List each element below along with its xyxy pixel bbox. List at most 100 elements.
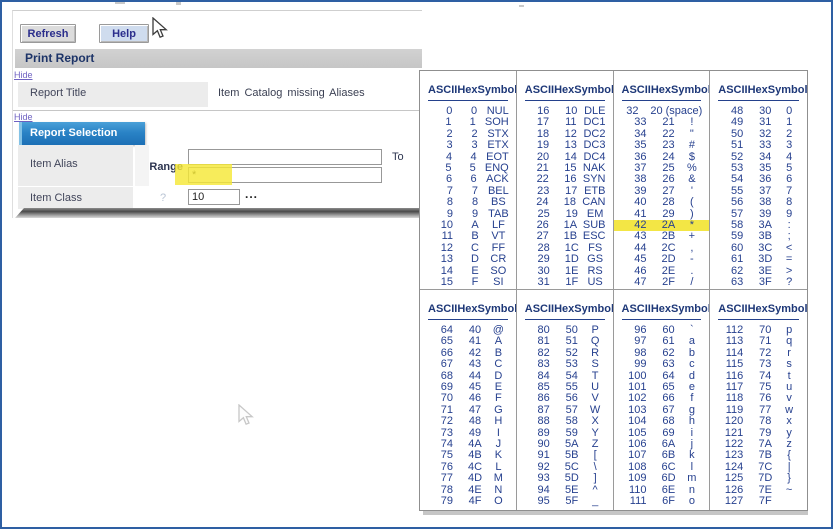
ascii-row: 311FUS bbox=[517, 277, 613, 288]
ascii-row: 4028( bbox=[614, 197, 710, 208]
report-title-value: Item Catalog missing Aliases bbox=[218, 87, 365, 99]
print-report-header: Print Report bbox=[15, 49, 422, 68]
ascii-row: 1277F bbox=[710, 496, 807, 507]
ascii-row: 291DGS bbox=[517, 254, 613, 265]
ascii-panel-header: ASCIIHexSymbol bbox=[420, 84, 516, 96]
ascii-panel: ASCIIHexSymbol9660`9761a9862b9963c10064d… bbox=[614, 290, 711, 510]
ascii-panel-header: ASCIIHexSymbol bbox=[614, 303, 710, 315]
ascii-header-symbol: Symbol bbox=[768, 303, 807, 315]
item-alias-from-input[interactable] bbox=[188, 149, 382, 165]
help-button[interactable]: Help bbox=[99, 24, 149, 43]
ascii-panel-header: ASCIIHexSymbol bbox=[710, 84, 807, 96]
item-class-operator: ? bbox=[160, 192, 166, 204]
hide-link-report-title[interactable]: Hide bbox=[14, 70, 33, 80]
ascii-header-symbol: Symbol bbox=[574, 84, 613, 96]
ascii-panel-header: ASCIIHexSymbol bbox=[420, 303, 516, 315]
section-divider bbox=[13, 110, 420, 111]
ascii-panel: ASCIIHexSymbol3220(space)3321!3422"3523#… bbox=[614, 71, 711, 290]
ascii-header-symbol: Symbol bbox=[478, 84, 517, 96]
ascii-table-shadow bbox=[423, 511, 808, 515]
ascii-header-ascii: ASCII bbox=[428, 84, 457, 96]
ascii-header-symbol: Symbol bbox=[671, 303, 710, 315]
item-class-label: Item Class bbox=[30, 192, 82, 204]
ascii-panel: ASCIIHexSymbol48300493115032251333523445… bbox=[710, 71, 807, 290]
print-report-form: Refresh Help Print Report Hide Report Ti… bbox=[12, 10, 422, 218]
ascii-row: 51333 bbox=[710, 140, 807, 151]
screenshot-frame: Refresh Help Print Report Hide Report Ti… bbox=[0, 0, 833, 529]
ascii-row: 33ETX bbox=[420, 140, 516, 151]
top-edge-artifact bbox=[519, 5, 524, 7]
ascii-header-hex: Hex bbox=[651, 84, 671, 96]
header-underline bbox=[622, 319, 702, 320]
ascii-row: 88BS bbox=[420, 197, 516, 208]
ascii-row: 3321! bbox=[614, 117, 710, 128]
ascii-row: 1096Dm bbox=[614, 473, 710, 484]
item-alias-to-input[interactable] bbox=[188, 167, 382, 183]
item-class-lookup-button[interactable]: ... bbox=[245, 187, 258, 201]
ascii-row: 633F? bbox=[710, 277, 807, 288]
ascii-row: 3220(space) bbox=[614, 106, 710, 117]
ascii-row: 2418CAN bbox=[517, 197, 613, 208]
ascii-row: 774DM bbox=[420, 473, 516, 484]
top-edge-artifact bbox=[176, 2, 181, 5]
ascii-header-hex: Hex bbox=[457, 84, 477, 96]
ascii-row: 3826& bbox=[614, 174, 710, 185]
ascii-row: 11573s bbox=[710, 359, 807, 370]
range-operator-label: Range bbox=[141, 161, 183, 173]
ascii-panel: ASCIIHexSymbol1610DLE1711DC11812DC21913D… bbox=[517, 71, 614, 290]
ascii-header-ascii: ASCII bbox=[622, 84, 651, 96]
ascii-row: 56388 bbox=[710, 197, 807, 208]
ascii-row: 12078x bbox=[710, 416, 807, 427]
refresh-button[interactable]: Refresh bbox=[20, 24, 76, 43]
header-underline bbox=[718, 100, 799, 101]
header-underline bbox=[428, 319, 508, 320]
ascii-panel: ASCIIHexSymbol00NUL11SOH22STX33ETX44EOT5… bbox=[420, 71, 517, 290]
hide-link-selection-values[interactable]: Hide bbox=[14, 112, 33, 122]
ascii-table: ASCIIHexSymbol00NUL11SOH22STX33ETX44EOT5… bbox=[419, 70, 808, 511]
top-edge-artifact bbox=[115, 2, 125, 4]
ascii-panel-header: ASCIIHexSymbol bbox=[517, 84, 613, 96]
ascii-row: 955F_ bbox=[517, 496, 613, 507]
ascii-header-symbol: Symbol bbox=[574, 303, 613, 315]
ascii-row: 8858X bbox=[517, 416, 613, 427]
ascii-panel-header: ASCIIHexSymbol bbox=[517, 303, 613, 315]
ascii-row: 8353S bbox=[517, 359, 613, 370]
ascii-header-symbol: Symbol bbox=[478, 303, 517, 315]
ascii-row: 3523# bbox=[614, 140, 710, 151]
ascii-header-ascii: ASCII bbox=[525, 303, 554, 315]
report-selection-values-tab[interactable]: Report Selection Values bbox=[19, 122, 145, 145]
ascii-header-hex: Hex bbox=[748, 84, 768, 96]
ascii-header-hex: Hex bbox=[554, 84, 574, 96]
ascii-row: 452D- bbox=[614, 254, 710, 265]
ascii-row: 3927' bbox=[614, 186, 710, 197]
item-class-input[interactable] bbox=[188, 189, 240, 205]
header-underline bbox=[622, 100, 702, 101]
mouse-cursor-ghost bbox=[238, 404, 256, 428]
ascii-row: 1913DC3 bbox=[517, 140, 613, 151]
ascii-row: 9963c bbox=[614, 359, 710, 370]
ascii-row: 1257D} bbox=[710, 473, 807, 484]
ascii-header-hex: Hex bbox=[748, 303, 768, 315]
ascii-header-ascii: ASCII bbox=[525, 84, 554, 96]
ascii-header-ascii: ASCII bbox=[718, 303, 747, 315]
ascii-header-ascii: ASCII bbox=[622, 303, 651, 315]
ascii-header-hex: Hex bbox=[554, 303, 574, 315]
report-title-label-cell: Report Title bbox=[18, 82, 208, 107]
report-title-label: Report Title bbox=[30, 87, 86, 99]
ascii-panel: ASCIIHexSymbol8050P8151Q8252R8353S8454T8… bbox=[517, 290, 614, 510]
ascii-header-ascii: ASCII bbox=[718, 84, 747, 96]
ascii-row: 1116Fo bbox=[614, 496, 710, 507]
ascii-row: 15FSI bbox=[420, 277, 516, 288]
ascii-row: 6743C bbox=[420, 359, 516, 370]
header-underline bbox=[525, 100, 605, 101]
ascii-row: 13DCR bbox=[420, 254, 516, 265]
ascii-header-ascii: ASCII bbox=[428, 303, 457, 315]
form-bottom-bar bbox=[15, 208, 422, 218]
ascii-panel: ASCIIHexSymbol6440@6541A6642B6743C6844D6… bbox=[420, 290, 517, 510]
to-label: To bbox=[392, 151, 404, 163]
ascii-header-hex: Hex bbox=[651, 303, 671, 315]
header-underline bbox=[428, 100, 508, 101]
ascii-row: 935D] bbox=[517, 473, 613, 484]
header-underline bbox=[718, 319, 799, 320]
ascii-row: 794FO bbox=[420, 496, 516, 507]
